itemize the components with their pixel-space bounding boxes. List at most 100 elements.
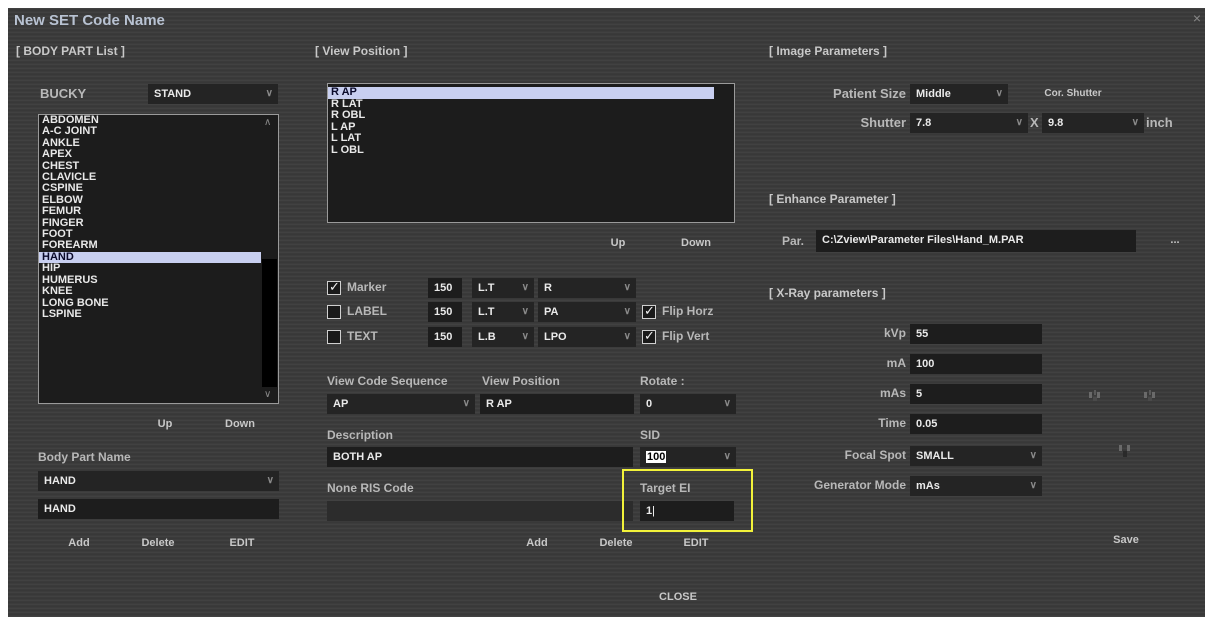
target-ei-field[interactable]: 1| (640, 501, 734, 521)
description-field[interactable]: BOTH AP (327, 447, 633, 467)
body-part-list-item[interactable]: HUMERUS (39, 274, 278, 286)
rotate-value: 0 (646, 398, 653, 410)
body-part-list-item[interactable]: HIP (39, 262, 278, 274)
body-part-scrollbar[interactable]: ∧ ∨ (261, 115, 278, 403)
view-position-list[interactable]: R AP R LAT R OBL L AP L LAT L OBL (327, 83, 735, 223)
flip-horz-label: Flip Horz (662, 304, 714, 318)
marker-label: Marker (347, 280, 387, 294)
view-position-label: View Position (482, 374, 560, 388)
cor-shutter-button[interactable]: Cor. Shutter (1038, 88, 1108, 99)
view-position-down-button[interactable]: Down (676, 237, 716, 249)
generator-mode-value: mAs (916, 480, 940, 492)
scroll-up-icon[interactable]: ∧ (264, 117, 271, 128)
body-part-list-item[interactable]: KNEE (39, 285, 278, 297)
close-icon[interactable]: × (1193, 10, 1201, 26)
body-part-list-item[interactable]: ANKLE (39, 137, 278, 149)
view-position-list-item[interactable]: R LAT (328, 98, 734, 111)
label-position-value: L.T (478, 306, 495, 318)
description-label: Description (327, 428, 394, 442)
sid-select[interactable]: 100 ∨ (640, 447, 736, 467)
generator-mode-select[interactable]: mAs ∨ (910, 476, 1042, 496)
mas-field[interactable]: 5 (910, 384, 1042, 404)
body-part-list-item[interactable]: HAND (39, 251, 278, 264)
scroll-thumb[interactable] (262, 259, 277, 387)
view-position-up-button[interactable]: Up (608, 237, 628, 249)
none-ris-code-field[interactable] (327, 501, 633, 521)
chevron-down-icon: ∨ (1015, 117, 1023, 128)
text-position-select[interactable]: L.B ∨ (472, 327, 534, 347)
none-ris-code-label: None RIS Code (327, 481, 414, 495)
check-icon: ✓ (329, 279, 340, 294)
flip-horz-checkbox[interactable]: ✓ (642, 303, 656, 319)
label-row-label: LABEL (347, 304, 387, 318)
view-code-sequence-select[interactable]: AP ∨ (327, 394, 475, 414)
shutter-height-value: 9.8 (1048, 117, 1064, 129)
label-size-field[interactable]: 150 (428, 302, 462, 322)
bucky-select[interactable]: STAND ∨ (148, 84, 278, 104)
body-part-name-field[interactable]: HAND (38, 499, 279, 519)
view-position-field[interactable]: R AP (480, 394, 634, 414)
view-position-list-item[interactable]: L AP (328, 121, 734, 134)
time-field[interactable]: 0.05 (910, 414, 1042, 434)
body-part-down-button[interactable]: Down (220, 418, 260, 430)
body-part-up-button[interactable]: Up (150, 418, 180, 430)
rotate-label: Rotate : (640, 374, 685, 388)
shutter-height-select[interactable]: 9.8 ∨ (1042, 113, 1144, 133)
label-text-select[interactable]: PA ∨ (538, 302, 636, 322)
body-part-list-item[interactable]: FINGER (39, 217, 278, 229)
label-checkbox[interactable] (327, 305, 341, 319)
marker-position-value: L.T (478, 282, 495, 294)
body-part-delete-button[interactable]: Delete (136, 537, 180, 549)
view-position-list-item[interactable]: R OBL (328, 110, 734, 122)
body-part-add-button[interactable]: Add (64, 537, 94, 549)
marker-checkbox[interactable]: ✓ (327, 279, 341, 295)
xray-parameters-section-title: [ X-Ray parameters ] (769, 286, 886, 300)
marker-text-value: R (544, 282, 552, 294)
body-part-list-item[interactable]: APEX (39, 148, 278, 160)
chevron-down-icon: ∨ (266, 475, 274, 486)
body-part-list-item[interactable]: FOREARM (39, 240, 278, 252)
patient-size-label: Patient Size (833, 86, 906, 101)
view-position-list-item[interactable]: R AP (328, 86, 714, 99)
shutter-label: Shutter (860, 115, 907, 130)
par-label: Par. (782, 234, 805, 248)
patient-size-value: Middle (916, 88, 951, 100)
ma-field[interactable]: 100 (910, 354, 1042, 374)
patient-size-select[interactable]: Middle ∨ (910, 84, 1008, 104)
check-icon: ✓ (644, 328, 655, 343)
text-checkbox[interactable] (327, 330, 341, 344)
view-position-list-item[interactable]: L OBL (328, 144, 734, 157)
body-part-list-item[interactable]: LSPINE (39, 308, 278, 320)
kvp-label: kVp (883, 326, 906, 340)
body-part-name-label: Body Part Name (38, 450, 131, 464)
marker-position-select[interactable]: L.T ∨ (472, 278, 534, 298)
body-part-edit-button[interactable]: EDIT (226, 537, 258, 549)
rotate-select[interactable]: 0 ∨ (640, 394, 736, 414)
shutter-width-select[interactable]: 7.8 ∨ (910, 113, 1028, 133)
kvp-field[interactable]: 55 (910, 324, 1042, 344)
focal-spot-value: SMALL (916, 450, 954, 462)
save-button[interactable]: Save (1108, 534, 1144, 546)
chevron-down-icon: ∨ (623, 282, 631, 293)
title-bar: New SET Code Name × (8, 8, 1205, 34)
marker-size-field[interactable]: 150 (428, 278, 462, 298)
body-part-list[interactable]: ABDOMEN A-C JOINT ANKLE APEX CHEST CLAVICLE CS… (38, 114, 279, 404)
body-part-list-item[interactable]: FEMUR (39, 205, 278, 217)
view-position-edit-button[interactable]: EDIT (680, 537, 712, 549)
marker-text-select[interactable]: R ∨ (538, 278, 636, 298)
par-file-field[interactable]: C:\Zview\Parameter Files\Hand_M.PAR (816, 230, 1136, 252)
focal-spot-select[interactable]: SMALL ∨ (910, 446, 1042, 466)
text-text-value: LPO (544, 331, 567, 343)
text-text-select[interactable]: LPO ∨ (538, 327, 636, 347)
browse-button[interactable]: ... (1168, 234, 1182, 246)
scroll-down-icon[interactable]: ∨ (264, 389, 271, 400)
view-position-delete-button[interactable]: Delete (594, 537, 638, 549)
close-button[interactable]: CLOSE (648, 591, 708, 603)
view-position-add-button[interactable]: Add (522, 537, 552, 549)
view-position-list-item[interactable]: L LAT (328, 133, 734, 145)
text-size-field[interactable]: 150 (428, 327, 462, 347)
body-part-name-select[interactable]: HAND ∨ (38, 471, 279, 491)
dialog-window: New SET Code Name × [ BODY PART List ] B… (8, 8, 1205, 617)
label-position-select[interactable]: L.T ∨ (472, 302, 534, 322)
flip-vert-checkbox[interactable]: ✓ (642, 328, 656, 344)
